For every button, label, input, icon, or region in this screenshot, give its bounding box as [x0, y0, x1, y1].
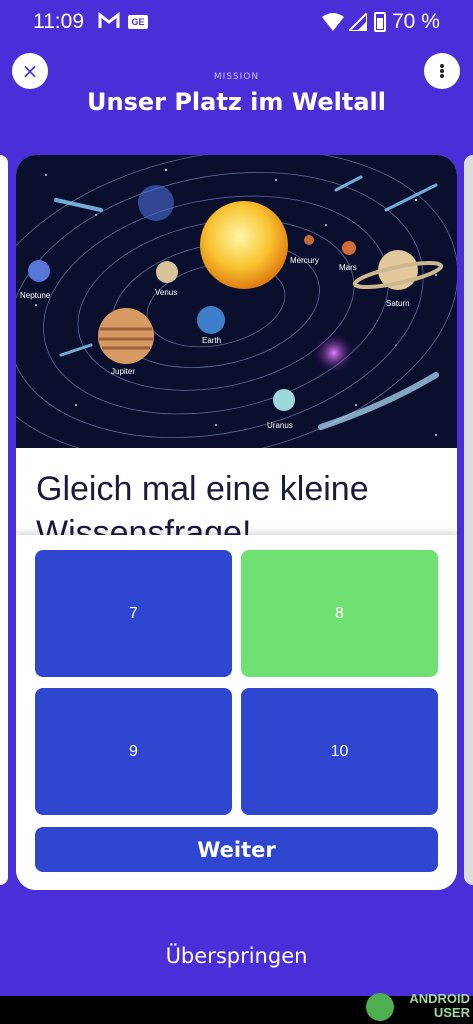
wifi-icon: [322, 13, 344, 31]
android-logo-icon: [366, 993, 394, 1021]
answer-option-1[interactable]: 7: [35, 550, 232, 677]
answer-option-4[interactable]: 10: [241, 688, 438, 815]
mercury-label: Mercury: [290, 256, 319, 265]
mars-label: Mars: [339, 263, 357, 272]
jupiter-label: Jupiter: [111, 367, 135, 376]
battery-icon: [374, 12, 386, 32]
answer-option-3[interactable]: 9: [35, 688, 232, 815]
earth-label: Earth: [202, 336, 221, 345]
neptune-label: Neptune: [20, 291, 51, 300]
page-title: Unser Platz im Weltall: [87, 88, 386, 116]
saturn-label: Saturn: [386, 299, 410, 308]
answer-option-label: 8: [335, 604, 344, 622]
signal-icon: [349, 13, 367, 31]
answer-option-label: 10: [330, 742, 349, 760]
watermark-line1: ANDROID: [409, 991, 470, 1006]
previous-card-peek: [0, 155, 8, 885]
answer-option-label: 7: [129, 604, 138, 622]
watermark: ANDROID USER: [362, 990, 473, 1024]
status-bar: 11:09 GE 70 %: [0, 0, 473, 46]
notification-ge-icon: GE: [128, 15, 148, 29]
mission-eyebrow: MISSION: [213, 72, 260, 82]
solar-system-illustration: Neptune Venus Earth Mercury Mars Saturn …: [16, 155, 457, 448]
watermark-line2: USER: [433, 1005, 470, 1020]
battery-percent: 70 %: [392, 10, 440, 33]
next-card-peek: [464, 155, 473, 885]
venus-label: Venus: [155, 288, 177, 297]
status-time: 11:09: [33, 10, 84, 33]
gmail-icon: [98, 12, 120, 28]
continue-button[interactable]: Weiter: [35, 827, 438, 872]
more-options-button[interactable]: [424, 53, 460, 89]
answer-panel: 7 8 9 10 Weiter: [16, 535, 457, 890]
answer-option-label: 9: [129, 742, 138, 760]
more-vert-icon: [440, 64, 444, 68]
answer-option-2-selected[interactable]: 8: [241, 550, 438, 677]
close-button[interactable]: ×: [12, 53, 48, 89]
mission-card: Neptune Venus Earth Mercury Mars Saturn …: [16, 155, 457, 890]
uranus-label: Uranus: [267, 421, 293, 430]
skip-button[interactable]: Überspringen: [0, 944, 473, 968]
